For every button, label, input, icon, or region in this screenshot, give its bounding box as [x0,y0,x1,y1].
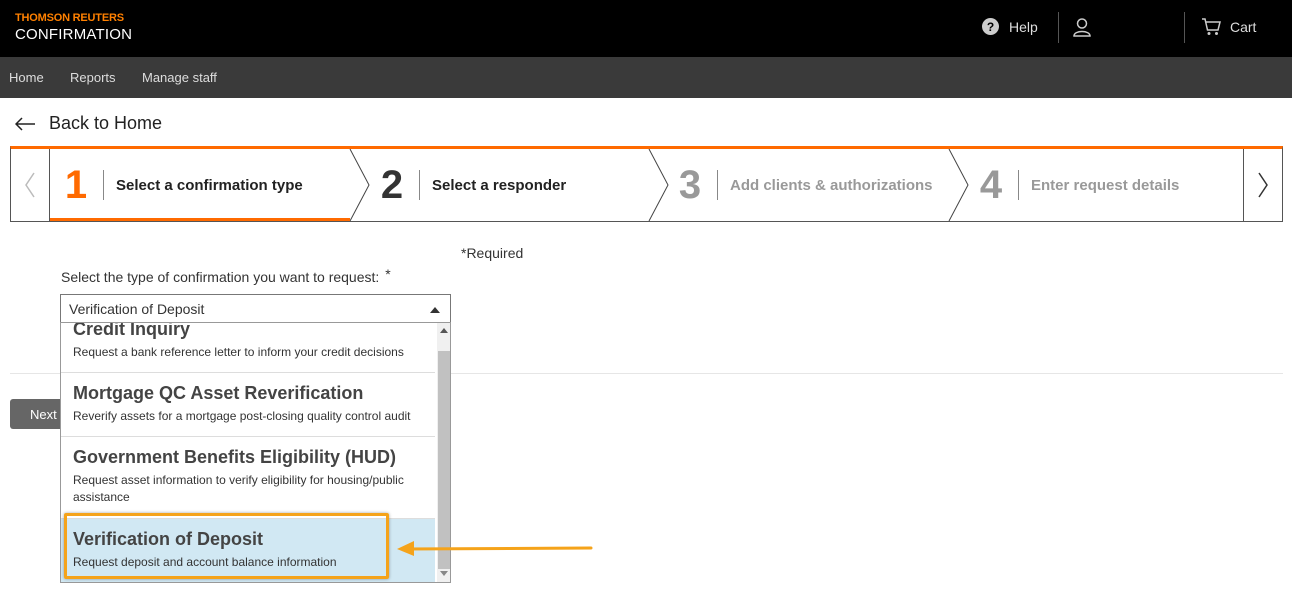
stepper-next-button[interactable] [1243,149,1282,221]
option-description: Request asset information to verify elig… [73,473,404,504]
option-description: Reverify assets for a mortgage post-clos… [73,409,411,423]
option-mortgage-qc[interactable]: Mortgage QC Asset Reverification Reverif… [61,373,435,437]
option-title: Mortgage QC Asset Reverification [73,383,364,403]
step-chevron-dividers [349,149,969,221]
cart-button[interactable]: Cart [1201,18,1256,36]
help-label: Help [1009,18,1038,35]
cart-label: Cart [1230,19,1257,35]
nav-reports[interactable]: Reports [70,70,116,85]
required-mark: * [385,266,391,282]
nav-manage-staff[interactable]: Manage staff [142,70,217,85]
brand-logo-top: THOMSON REUTERS [15,12,124,24]
progress-stepper: 1 Select a confirmation type 2 Select a … [10,146,1283,222]
help-button[interactable]: ? Help [982,18,1038,35]
callout-arrow-icon [397,541,593,556]
required-note: *Required [461,245,524,261]
highlight-annotation [64,513,389,579]
option-credit-inquiry[interactable]: Credit Inquiry Request a bank reference … [61,322,435,373]
scroll-thumb[interactable] [438,351,450,569]
chevron-right-icon [1258,172,1268,198]
select-label-text: Select the type of confirmation you want… [61,269,380,285]
user-icon [1073,18,1091,37]
confirmation-type-label: Select the type of confirmation you want… [61,266,391,285]
brand-logo-bottom: CONFIRMATION [15,26,133,43]
select-value: Verification of Deposit [69,301,205,317]
help-icon: ? [982,18,999,35]
user-button[interactable] [1072,17,1092,42]
confirmation-type-select[interactable]: Verification of Deposit [60,294,451,323]
option-title: Government Benefits Eligibility (HUD) [73,447,397,467]
back-to-home-link[interactable]: Back to Home [15,113,162,134]
cart-icon [1202,18,1221,35]
option-description: Request a bank reference letter to infor… [73,345,404,359]
main-nav: Home Reports Manage staff [0,57,1292,98]
option-government-benefits[interactable]: Government Benefits Eligibility (HUD) Re… [61,437,435,519]
scroll-up-icon[interactable] [440,328,448,333]
nav-home[interactable]: Home [9,70,44,85]
caret-up-icon [430,307,440,313]
header-divider [1058,12,1059,43]
top-header: THOMSON REUTERS CONFIRMATION ? Help Cart [0,0,1292,57]
scroll-down-icon[interactable] [440,571,448,576]
header-divider [1184,12,1185,43]
back-label: Back to Home [49,113,163,133]
arrow-left-icon [15,116,35,131]
active-step-indicator [50,218,350,221]
option-title: Credit Inquiry [73,322,191,339]
